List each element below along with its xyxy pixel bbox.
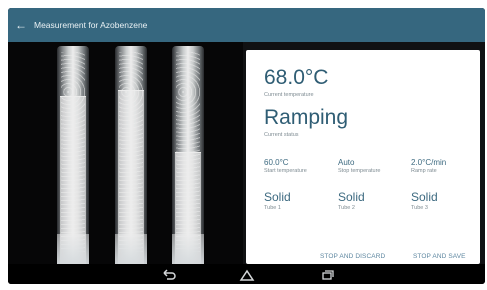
tube-2-status: Solid Tube 2 (338, 190, 406, 211)
back-arrow-button[interactable]: ← (8, 8, 34, 42)
ramp-rate: 2.0°C/min Ramp rate (411, 158, 479, 174)
tablet-device: ← Measurement for Azobenzene 68.0°C Curr… (8, 8, 485, 284)
arrow-left-icon: ← (15, 18, 27, 32)
android-navigation-bar (8, 264, 485, 284)
tube-1-sample (60, 96, 86, 264)
tube-1-label: Tube 1 (264, 205, 281, 211)
stop-temperature: Auto Stop temperature (338, 158, 406, 174)
app-bar: ← Measurement for Azobenzene (8, 8, 485, 42)
start-temperature: 60.0°C Start temperature (264, 158, 332, 174)
current-temperature-value: 68.0°C (264, 66, 329, 89)
sample-tube-2 (115, 46, 147, 264)
tube-3-state: Solid (411, 190, 438, 204)
back-icon[interactable] (160, 268, 178, 280)
sample-tube-1 (57, 46, 89, 264)
stop-and-discard-button[interactable]: STOP AND DISCARD (320, 253, 385, 260)
sample-tube-3 (172, 46, 204, 264)
ramp-rate-value: 2.0°C/min (411, 158, 447, 167)
stop-temperature-label: Stop temperature (338, 168, 381, 174)
start-temperature-value: 60.0°C (264, 158, 289, 167)
measurement-panel: 68.0°C Current temperature Ramping Curre… (246, 50, 480, 264)
camera-view (8, 42, 243, 264)
tube-3-status: Solid Tube 3 (411, 190, 479, 211)
tube-1-state: Solid (264, 190, 291, 204)
home-icon[interactable] (238, 268, 256, 281)
tube-3-sample (175, 152, 201, 264)
page-title: Measurement for Azobenzene (34, 20, 148, 30)
start-temperature-label: Start temperature (264, 168, 307, 174)
tube-2-state: Solid (338, 190, 365, 204)
tube-3-label: Tube 3 (411, 205, 428, 211)
tube-2-sample (118, 90, 144, 264)
tube-2-label: Tube 2 (338, 205, 355, 211)
tube-1-status: Solid Tube 1 (264, 190, 332, 211)
current-status-value: Ramping (264, 106, 349, 129)
recent-apps-icon[interactable] (318, 268, 336, 280)
stop-temperature-value: Auto (338, 158, 355, 167)
current-status-label: Current status (264, 132, 299, 138)
stop-and-save-button[interactable]: STOP AND SAVE (413, 253, 466, 260)
current-temperature-label: Current temperature (264, 92, 314, 98)
ramp-rate-label: Ramp rate (411, 168, 437, 174)
